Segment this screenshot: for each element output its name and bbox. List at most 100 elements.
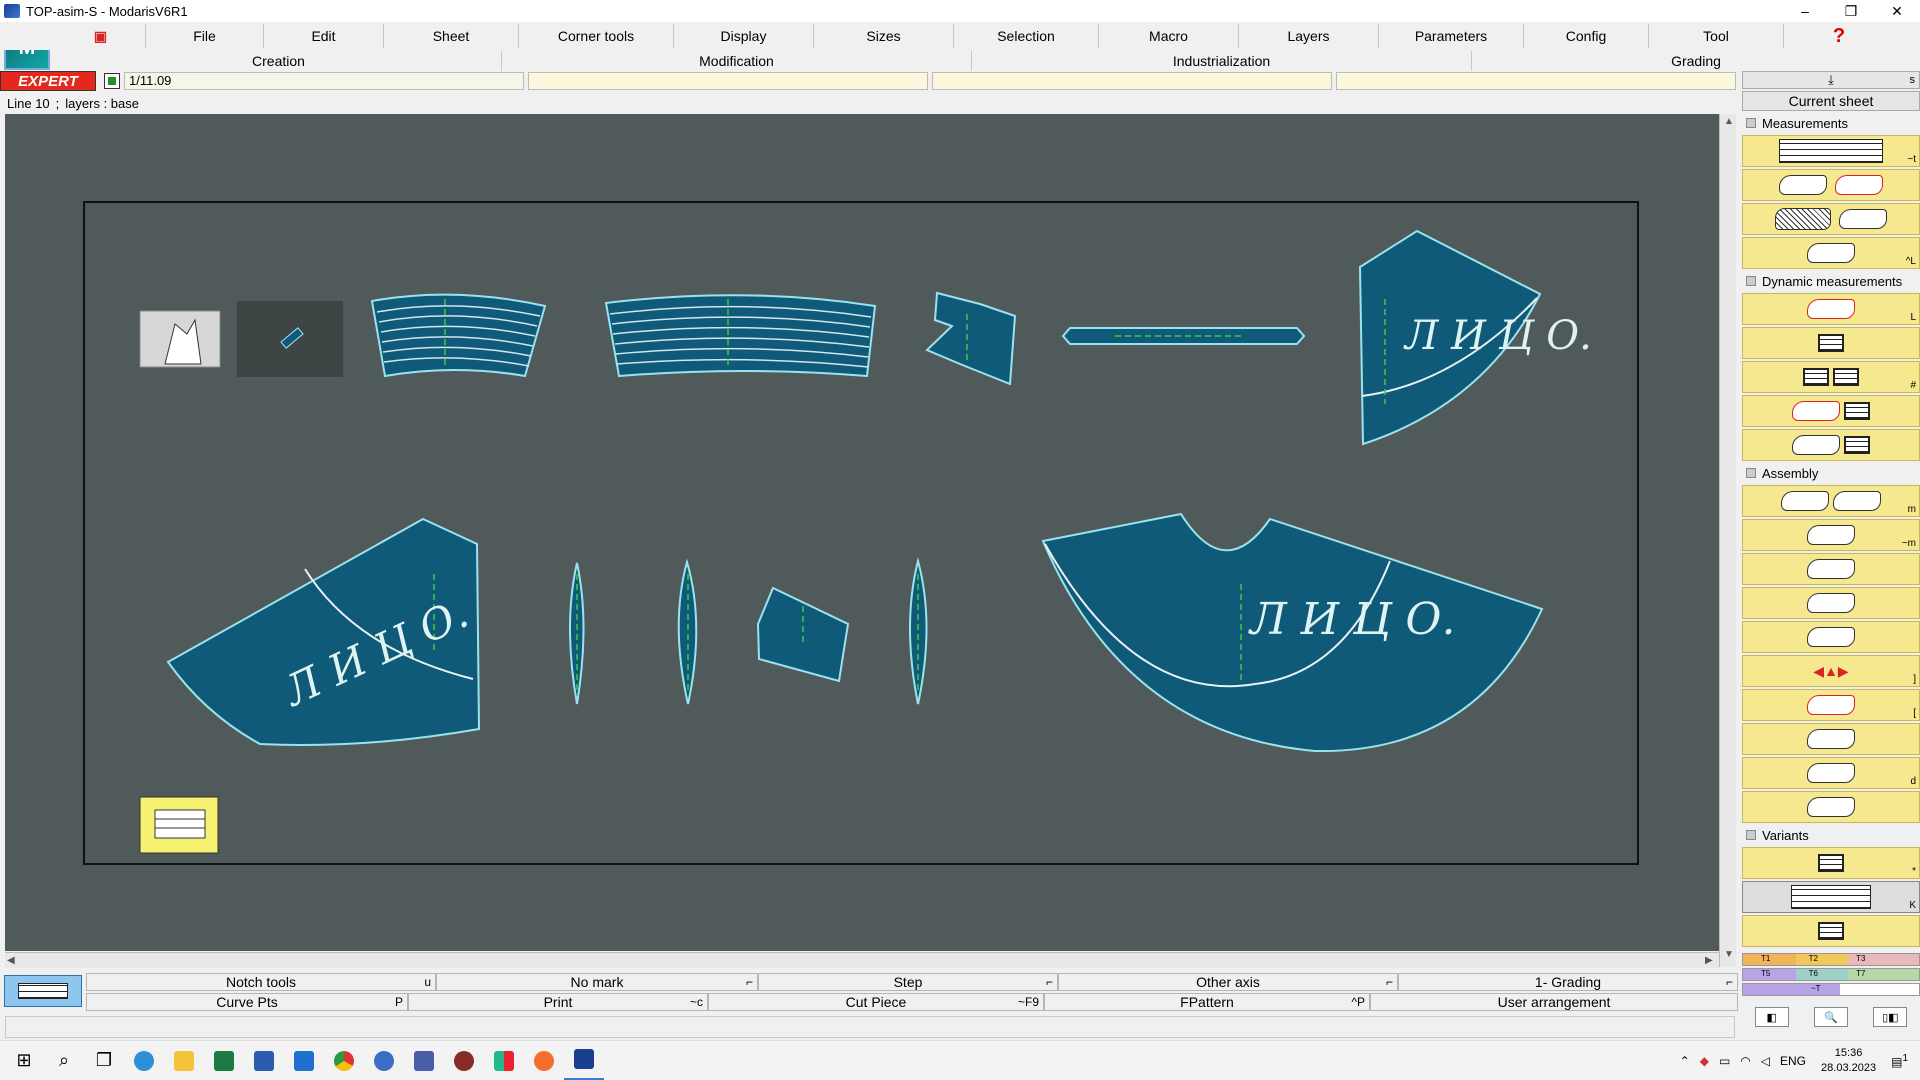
menu-config[interactable]: Config — [1524, 24, 1649, 48]
section-checkbox[interactable] — [1746, 276, 1756, 286]
section-checkbox[interactable] — [1746, 118, 1756, 128]
mode-grading[interactable]: Grading — [1472, 51, 1920, 71]
zoom-search-button[interactable]: 🔍 — [1813, 1007, 1848, 1027]
section-dynamic-measurements[interactable]: Dynamic measurements — [1742, 271, 1920, 291]
vertical-scrollbar[interactable]: ▲ ▼ — [1719, 114, 1736, 967]
tool-assembly-6[interactable]: ◀▲▶] — [1742, 655, 1920, 687]
app-red-button[interactable] — [444, 1041, 484, 1080]
tool-assembly-2[interactable]: ~m — [1742, 519, 1920, 551]
piece-thumbnail-small[interactable] — [237, 301, 343, 377]
section-assembly[interactable]: Assembly — [1742, 463, 1920, 483]
menu-edit[interactable]: Edit — [264, 24, 384, 48]
print-button[interactable]: Print ~c — [408, 993, 708, 1011]
menu-corner-tools[interactable]: Corner tools — [519, 24, 674, 48]
tray-app-icon[interactable]: ◆ — [1700, 1054, 1709, 1068]
mode-industrialization[interactable]: Industrialization — [972, 51, 1472, 71]
size-row-3[interactable]: ~T — [1742, 983, 1920, 996]
word-button[interactable] — [244, 1041, 284, 1080]
piece-thumbnail-photo[interactable] — [139, 310, 221, 368]
piece-skirt-quarter-top[interactable]: Л И Ц О. — [1358, 229, 1592, 446]
app-colorful-button[interactable] — [484, 1041, 524, 1080]
tool-measure-length[interactable]: ^L — [1742, 237, 1920, 269]
maximize-button[interactable]: ❐ — [1828, 0, 1874, 22]
menu-selection[interactable]: Selection — [954, 24, 1099, 48]
chrome-button[interactable] — [324, 1041, 364, 1080]
tool-dynamic-1[interactable]: L — [1742, 293, 1920, 325]
tool-assembly-8[interactable] — [1742, 723, 1920, 755]
mode-modification[interactable]: Modification — [502, 51, 972, 71]
volume-icon[interactable]: ◁ — [1761, 1054, 1770, 1068]
tool-assembly-1[interactable]: m — [1742, 485, 1920, 517]
start-button[interactable]: ⊞ — [4, 1041, 44, 1080]
firefox-button[interactable] — [524, 1041, 564, 1080]
current-sheet-button[interactable]: Current sheet — [1742, 91, 1920, 111]
section-measurements[interactable]: Measurements — [1742, 113, 1920, 133]
wifi-icon[interactable]: ◠ — [1740, 1054, 1750, 1068]
tool-assembly-4[interactable] — [1742, 587, 1920, 619]
app-blue-button[interactable] — [364, 1041, 404, 1080]
menu-macro[interactable]: Macro — [1099, 24, 1239, 48]
menu-file[interactable]: File — [146, 24, 264, 48]
app-grid-button[interactable] — [404, 1041, 444, 1080]
minimize-button[interactable]: – — [1782, 0, 1828, 22]
piece-waistband-long[interactable] — [604, 294, 877, 378]
panel-pin[interactable]: ⤓ s — [1742, 71, 1920, 89]
mode-creation[interactable]: Creation — [56, 51, 502, 71]
menu-sheet[interactable]: Sheet — [384, 24, 519, 48]
piece-dart-1[interactable] — [569, 562, 585, 705]
menu-display[interactable]: Display — [674, 24, 814, 48]
section-variants[interactable]: Variants — [1742, 825, 1920, 845]
search-button[interactable]: ⌕ — [44, 1041, 84, 1080]
tool-assembly-9[interactable]: d — [1742, 757, 1920, 789]
pattern-canvas[interactable]: .pc { fill: #0e5a78; stroke: #9ae3ee; st… — [5, 114, 1719, 951]
tool-variants-3[interactable] — [1742, 915, 1920, 947]
modaris-task-button[interactable] — [564, 1041, 604, 1080]
size-row-1[interactable]: T1 T2 T3 — [1742, 953, 1920, 966]
excel-button[interactable] — [204, 1041, 244, 1080]
tool-assembly-7[interactable]: [ — [1742, 689, 1920, 721]
tool-variants-2[interactable]: K — [1742, 881, 1920, 913]
scroll-up-icon[interactable]: ▲ — [1724, 116, 1734, 127]
notification-button[interactable]: ▤1 — [1891, 1053, 1908, 1069]
piece-dart-2[interactable] — [677, 558, 698, 705]
explorer-button[interactable] — [164, 1041, 204, 1080]
tool-assembly-3[interactable] — [1742, 553, 1920, 585]
tool-dynamic-4[interactable] — [1742, 395, 1920, 427]
active-tool-button[interactable] — [4, 975, 82, 1007]
variant-thumbnail[interactable] — [139, 796, 219, 854]
edge-button[interactable] — [124, 1041, 164, 1080]
menu-layers[interactable]: Layers — [1239, 24, 1379, 48]
menu-tool[interactable]: Tool — [1649, 24, 1784, 48]
size-row-2[interactable]: T5 T6 T7 — [1742, 968, 1920, 981]
close-button[interactable]: ✕ — [1874, 0, 1920, 22]
clock[interactable]: 15:36 28.03.2023 — [1821, 1046, 1876, 1076]
expert-badge[interactable]: EXPERT — [0, 71, 96, 91]
menu-sizes[interactable]: Sizes — [814, 24, 954, 48]
tool-assembly-5[interactable] — [1742, 621, 1920, 653]
tool-measure-table[interactable]: ~t — [1742, 135, 1920, 167]
piece-pocket[interactable] — [925, 291, 1017, 386]
teamviewer-button[interactable] — [284, 1041, 324, 1080]
tool-dynamic-2[interactable] — [1742, 327, 1920, 359]
scroll-down-icon[interactable]: ▼ — [1724, 949, 1734, 960]
help-button[interactable]: ? — [1784, 24, 1894, 48]
tool-variants-1[interactable]: * — [1742, 847, 1920, 879]
page-icon[interactable] — [104, 73, 120, 89]
pattern-icon-button[interactable]: ▣ — [56, 24, 146, 48]
language-indicator[interactable]: ENG — [1780, 1054, 1806, 1068]
task-view-button[interactable]: ❐ — [84, 1041, 124, 1080]
piece-belt-strip[interactable] — [1061, 327, 1306, 345]
menu-parameters[interactable]: Parameters — [1379, 24, 1524, 48]
tray-monitor-icon[interactable]: ▭ — [1719, 1054, 1730, 1068]
piece-skirt-front[interactable]: Л И Ц О. — [1041, 512, 1544, 753]
section-checkbox[interactable] — [1746, 830, 1756, 840]
tray-chevron-icon[interactable]: ⌃ — [1680, 1054, 1690, 1068]
tool-dynamic-3[interactable]: # — [1742, 361, 1920, 393]
user-arrangement-button[interactable]: User arrangement — [1370, 993, 1738, 1011]
step-dropdown[interactable]: Step ⌐ — [758, 973, 1058, 991]
section-checkbox[interactable] — [1746, 468, 1756, 478]
tool-measure-curve[interactable] — [1742, 169, 1920, 201]
fpattern-button[interactable]: FPattern ^P — [1044, 993, 1370, 1011]
scroll-left-icon[interactable]: ◀ — [7, 955, 15, 966]
other-axis-dropdown[interactable]: Other axis ⌐ — [1058, 973, 1398, 991]
